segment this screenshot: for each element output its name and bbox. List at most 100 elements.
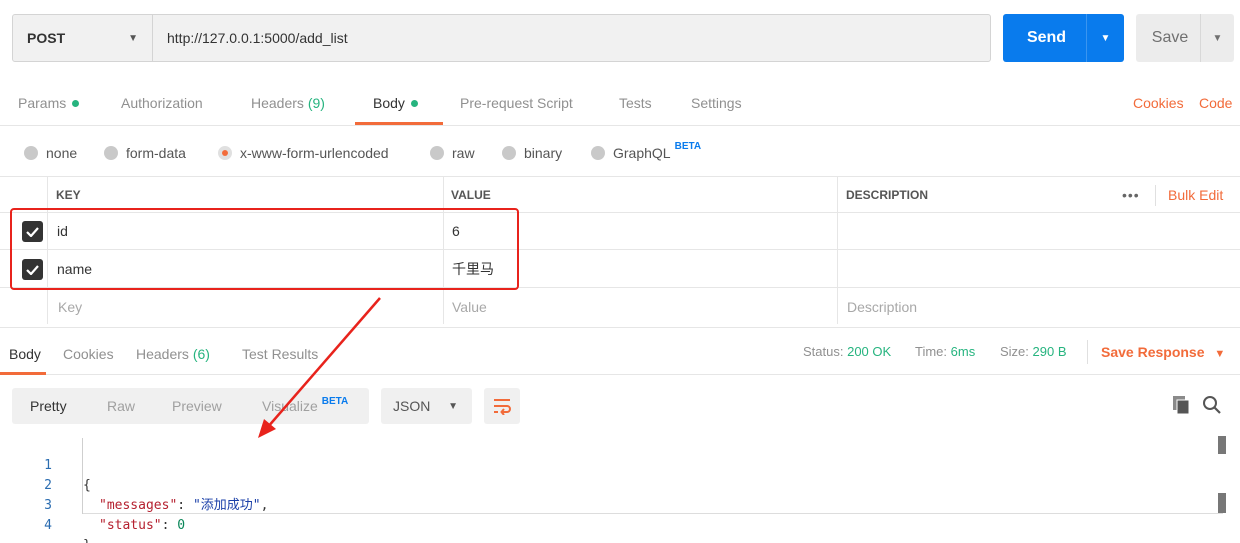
chevron-down-icon: ▼: [128, 32, 138, 44]
search-icon[interactable]: [1201, 394, 1223, 416]
table-row-new: Key Value Description: [0, 288, 1240, 325]
radio-graphql[interactable]: GraphQL BETA: [591, 140, 702, 162]
radio-circle-icon: [24, 146, 38, 160]
save-response-button[interactable]: Save Response ▼: [1101, 328, 1225, 376]
url-input[interactable]: http://127.0.0.1:5000/add_list: [153, 30, 348, 46]
bulk-edit-link[interactable]: Bulk Edit: [1168, 177, 1223, 214]
code-scrollbar-marker: [1218, 493, 1226, 513]
time-label: Time:: [915, 344, 948, 359]
radio-circle-icon: [591, 146, 605, 160]
request-bar: POST ▼ http://127.0.0.1:5000/add_list: [12, 14, 991, 62]
radio-binary-label: binary: [524, 145, 563, 161]
graphql-beta-badge: BETA: [674, 140, 702, 152]
header-divider: [1155, 185, 1156, 206]
response-tab-headers-label: Headers: [136, 346, 189, 362]
wrap-lines-button[interactable]: [484, 388, 520, 424]
tab-params-label: Params: [18, 95, 67, 111]
radio-raw[interactable]: raw: [430, 144, 475, 162]
request-tabs: Params Authorization Headers (9) Body Pr…: [0, 80, 1240, 126]
column-header-description: DESCRIPTION: [846, 187, 929, 202]
cookies-link[interactable]: Cookies: [1133, 80, 1184, 126]
response-tab-headers[interactable]: Headers (6): [136, 328, 210, 376]
radio-selected-icon: [218, 146, 232, 160]
chevron-down-icon: ▼: [448, 400, 458, 412]
code-close-brace: }: [83, 536, 91, 543]
radio-form-data[interactable]: form-data: [104, 144, 186, 162]
format-label: JSON: [393, 398, 431, 414]
json-number-value: 0: [177, 518, 186, 533]
radio-graphql-label: GraphQL: [613, 145, 671, 161]
send-dropdown-icon[interactable]: ▼: [1086, 14, 1124, 62]
radio-urlencoded-label: x-www-form-urlencoded: [240, 145, 389, 161]
code-line: 3 "status": 0: [0, 476, 1240, 533]
response-active-underline: [0, 372, 46, 375]
column-header-value: VALUE: [451, 187, 491, 202]
response-tab-body[interactable]: Body: [9, 328, 41, 376]
meta-divider: [1087, 340, 1088, 364]
size-value[interactable]: 290 B: [1033, 344, 1067, 359]
tab-headers-count: (9): [307, 95, 325, 111]
tab-tests[interactable]: Tests: [619, 80, 652, 126]
line-number: 4: [44, 518, 52, 533]
response-view-modes: Pretty Raw Preview Visualize BETA: [12, 388, 369, 424]
method-label: POST: [27, 30, 66, 46]
radio-circle-icon: [502, 146, 516, 160]
response-tab-cookies[interactable]: Cookies: [63, 328, 114, 376]
view-pretty-button[interactable]: Pretty: [30, 388, 67, 424]
status-value[interactable]: 200 OK: [847, 344, 891, 359]
wrap-lines-icon: [494, 399, 511, 415]
new-value-input[interactable]: Value: [452, 288, 487, 325]
time-value[interactable]: 6ms: [951, 344, 976, 359]
method-select[interactable]: POST ▼: [13, 15, 153, 61]
body-indicator-dot: [410, 100, 418, 107]
code-line: 1 {: [0, 436, 1240, 493]
save-button[interactable]: Save: [1136, 14, 1200, 62]
radio-none-label: none: [46, 145, 78, 161]
code-line: 2 "messages": "添加成功",: [0, 456, 1240, 513]
save-response-label: Save Response: [1101, 344, 1205, 360]
time-readout: Time: 6ms: [915, 328, 975, 376]
tab-headers[interactable]: Headers (9): [251, 80, 325, 126]
radio-circle-icon: [104, 146, 118, 160]
json-key: "status": [99, 518, 162, 533]
params-indicator-dot: [72, 100, 80, 107]
radio-urlencoded[interactable]: x-www-form-urlencoded: [218, 144, 389, 162]
highlight-box: [10, 208, 519, 290]
code-link[interactable]: Code: [1199, 80, 1232, 126]
tab-body[interactable]: Body: [373, 80, 418, 126]
radio-circle-icon: [430, 146, 444, 160]
radio-none[interactable]: none: [24, 144, 77, 162]
tab-settings[interactable]: Settings: [691, 80, 742, 126]
response-tab-test-results[interactable]: Test Results: [242, 328, 318, 376]
tab-headers-label: Headers: [251, 95, 304, 111]
send-button-group: Send ▼: [1003, 14, 1124, 62]
size-readout: Size: 290 B: [1000, 328, 1067, 376]
code-scrollbar[interactable]: [1218, 436, 1226, 454]
save-button-group: Save ▼: [1136, 14, 1234, 62]
status-label: Status:: [803, 344, 844, 359]
new-description-input[interactable]: Description: [847, 288, 917, 325]
save-dropdown-icon[interactable]: ▼: [1200, 14, 1234, 62]
column-header-key: KEY: [56, 187, 81, 202]
body-type-selector: none form-data x-www-form-urlencoded raw…: [0, 126, 1240, 176]
tab-pre-request-script[interactable]: Pre-request Script: [460, 80, 573, 126]
view-raw-button[interactable]: Raw: [107, 388, 135, 424]
new-key-input[interactable]: Key: [58, 288, 82, 325]
tab-authorization[interactable]: Authorization: [121, 80, 203, 126]
active-tab-underline: [355, 122, 443, 125]
send-button[interactable]: Send: [1003, 14, 1086, 62]
more-options-icon[interactable]: •••: [1122, 177, 1140, 214]
response-tabs: Body Cookies Headers (6) Test Results St…: [0, 327, 1240, 375]
size-label: Size:: [1000, 344, 1029, 359]
visualize-beta-badge: BETA: [321, 396, 349, 407]
radio-binary[interactable]: binary: [502, 144, 562, 162]
radio-raw-label: raw: [452, 145, 475, 161]
format-select[interactable]: JSON ▼: [381, 388, 472, 424]
chevron-down-icon: ▼: [1214, 348, 1226, 360]
status-readout: Status: 200 OK: [803, 328, 891, 376]
copy-icon[interactable]: [1170, 394, 1192, 416]
tab-params[interactable]: Params: [18, 80, 80, 126]
tab-body-label: Body: [373, 95, 405, 111]
view-visualize-button[interactable]: Visualize BETA: [262, 388, 348, 424]
view-preview-button[interactable]: Preview: [172, 388, 222, 424]
